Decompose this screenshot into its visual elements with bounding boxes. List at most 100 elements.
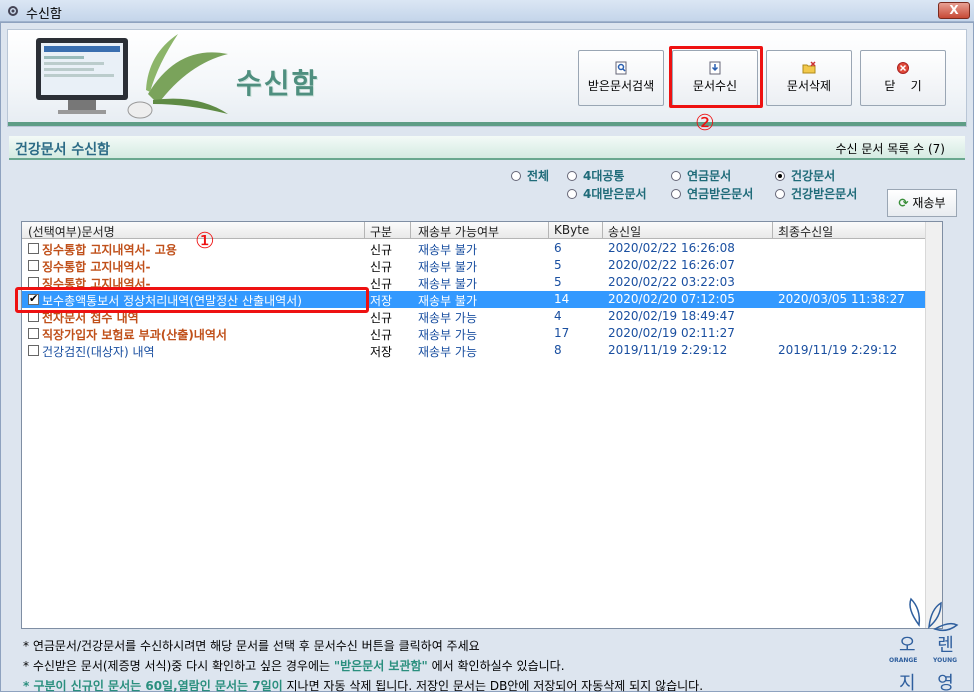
filter-pension-received-radio[interactable]: 연금받은문서 [671,185,753,202]
row-sent: 2020/02/19 02:11:27 [608,326,735,340]
search-received-label: 받은문서검색 [587,79,655,93]
filter-label: 연금받은문서 [687,187,754,201]
table-row[interactable]: 직장가입자 보험료 부과(산출)내역서 신규 재송부 가능 17 2020/02… [22,325,926,342]
row-checkbox[interactable] [28,260,39,271]
window-title: 수신함 [26,7,62,22]
row-sent: 2020/02/19 18:49:47 [608,309,735,323]
resend-button[interactable]: ⟳ 재송부 [887,189,957,217]
filter-health-radio[interactable]: 건강문서 [775,167,835,184]
row-sent: 2020/02/20 07:12:05 [608,292,735,306]
filter-all-radio[interactable]: 전체 [511,167,549,184]
column-header-name[interactable]: (선택여부)문서명 [28,223,115,240]
column-header-last[interactable]: 최종수신일 [778,223,833,240]
title-bar: 수신함 X [0,0,974,22]
filter-label: 전체 [527,169,550,183]
row-name: 징수통합 고지내역서- 고용 [42,243,177,257]
logo-text-top: 오 렌 [899,635,962,656]
table-row[interactable]: 징수통합 고지내역서- 고용 신규 재송부 불가 6 2020/02/22 16… [22,240,926,257]
note-line-3: * 구분이 신규인 문서는 60일,열람인 문서는 7일이 지나면 자동 삭제 … [23,677,703,692]
row-kbyte: 5 [554,258,562,272]
note-text: 에서 확인하실수 있습니다. [427,659,565,673]
row-kbyte: 8 [554,343,562,357]
row-type: 신규 [370,328,393,342]
row-sent: 2020/02/22 16:26:07 [608,258,735,272]
step-one-marker: ① [195,229,215,254]
column-divider[interactable] [772,222,773,239]
vertical-scrollbar[interactable] [925,222,942,628]
row-type: 저장 [370,345,393,359]
row-resend: 재송부 불가 [418,243,478,257]
filter-4received-radio[interactable]: 4대받은문서 [567,185,647,202]
column-header-type[interactable]: 구분 [370,223,392,240]
row-type: 신규 [370,311,393,325]
column-divider[interactable] [602,222,603,239]
row-kbyte: 5 [554,275,562,289]
document-count: 수신 문서 목록 수 (7) [835,142,945,156]
radio-icon [567,171,577,181]
main-window: 수신함 받은문서검색 문서수신 문서삭제 닫 기 ② 건강문서 수신함 수신 문… [0,22,974,692]
table-row[interactable]: 건강검진(대상자) 내역 저장 재송부 가능 8 2019/11/19 2:29… [22,342,926,359]
column-divider[interactable] [410,222,411,239]
column-divider[interactable] [364,222,365,239]
section-title: 건강문서 수신함 [15,142,111,158]
note-text: * 수신받은 문서(제증명 서식)중 다시 확인하고 싶은 경우에는 [23,659,334,673]
row-resend: 재송부 불가 [418,260,478,274]
step-two-marker: ② [695,111,715,136]
leaf-logo-icon [909,597,959,632]
note-text: 지나면 자동 삭제 됩니다. 저장인 문서는 DB안에 저장되어 자동삭제 되지… [282,679,704,692]
row-type: 저장 [370,294,393,308]
row-last: 2019/11/19 2:29:12 [778,343,898,357]
note-line-1: * 연금문서/건강문서를 수신하시려면 해당 문서를 선택 후 문서수신 버튼을… [23,639,480,653]
row-type: 신규 [370,260,393,274]
radio-icon [775,189,785,199]
radio-icon [511,171,521,181]
row-kbyte: 14 [554,292,570,306]
filter-pension-radio[interactable]: 연금문서 [671,167,731,184]
radio-icon [671,189,681,199]
row-name: 직장가입자 보험료 부과(산출)내역서 [42,328,227,342]
logo-text-left: ORANGE [889,657,918,664]
orange-young-logo: 오 렌 ORANGE YOUNG 지 영 [889,595,969,692]
close-button[interactable]: 닫 기 [860,50,946,106]
row-resend: 재송부 불가 [418,294,478,308]
note-emphasis: "받은문서 보관함" [333,659,428,673]
row-type: 신규 [370,243,393,257]
filter-label: 건강받은문서 [791,187,858,201]
column-header-resend[interactable]: 재송부 가능여부 [418,223,499,240]
refresh-icon: ⟳ [898,196,909,210]
filter-label: 건강문서 [791,169,836,183]
search-received-button[interactable]: 받은문서검색 [578,50,664,106]
window-close-button[interactable]: X [938,2,970,19]
row-sent: 2019/11/19 2:29:12 [608,343,728,357]
column-header-sent[interactable]: 송신일 [608,223,641,240]
receive-button-highlight [669,46,763,108]
gear-icon [8,6,18,16]
note-line-2: * 수신받은 문서(제증명 서식)중 다시 확인하고 싶은 경우에는 "받은문서… [23,657,565,674]
row-checkbox[interactable] [28,328,39,339]
logo-text-bottom: 지 영 [899,673,962,692]
row-kbyte: 4 [554,309,562,323]
row-checkbox[interactable] [28,243,39,254]
row-resend: 재송부 가능 [418,311,478,325]
filter-health-received-radio[interactable]: 건강받은문서 [775,185,857,202]
filter-4common-radio[interactable]: 4대공통 [567,167,624,184]
row-checkbox[interactable] [28,345,39,356]
filter-label: 4대공통 [583,169,625,183]
column-header-kbyte[interactable]: KByte [554,223,589,237]
delete-document-label: 문서삭제 [786,79,832,93]
column-divider[interactable] [548,222,549,239]
radio-icon [671,171,681,181]
row-kbyte: 6 [554,241,562,255]
filter-label: 4대받은문서 [583,187,647,201]
header-banner: 수신함 받은문서검색 문서수신 문서삭제 닫 기 [7,29,967,127]
row-last: 2020/03/05 11:38:27 [778,292,905,306]
computer-illustration-icon [36,34,228,119]
row-resend: 재송부 가능 [418,345,478,359]
folder-delete-icon [802,61,816,74]
row-resend: 재송부 불가 [418,277,478,291]
radio-icon [567,189,577,199]
delete-document-button[interactable]: 문서삭제 [766,50,852,106]
row-name: 건강검진(대상자) 내역 [42,345,155,359]
row-name: 징수통합 고지내역서- [42,260,151,274]
table-row[interactable]: 징수통합 고지내역서- 신규 재송부 불가 5 2020/02/22 16:26… [22,257,926,274]
